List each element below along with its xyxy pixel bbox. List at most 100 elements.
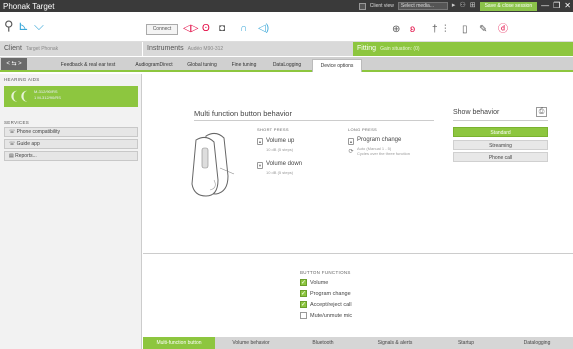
ear-icon[interactable]: ʘ (202, 21, 210, 37)
button-functions-title: BUTTON FUNCTIONS (300, 270, 351, 275)
volume-down-label: Volume down (266, 161, 303, 167)
tab-audiogram-direct[interactable]: AudiogramDirect (129, 59, 179, 72)
accept-reject-call-checkbox[interactable]: ✓ (300, 301, 307, 308)
tab-global-tuning[interactable]: Global tuning (181, 59, 223, 72)
feedback-test-icon[interactable]: ◁▷ (183, 21, 198, 37)
client-view-checkbox[interactable] (358, 2, 366, 10)
fitting-header[interactable]: Fitting Gain situation: (0) (353, 42, 573, 56)
nav-arrows[interactable]: < ⇆ > (1, 58, 27, 70)
btab-startup[interactable]: Startup (431, 337, 501, 349)
service-label: Reports... (15, 153, 37, 159)
tab-fine-tuning[interactable]: Fine tuning (225, 59, 263, 72)
mfb-title: Multi function button behavior (194, 109, 292, 118)
hearing-aid-illustration (191, 132, 235, 197)
hearing-aids-text-2: 1 M-312/90/RS (34, 95, 61, 100)
function-accept-reject-call[interactable]: ✓ Accept/reject call (300, 301, 352, 308)
play-icon[interactable]: ▸ (452, 1, 456, 11)
service-guide-app[interactable]: ☏ Guide app (4, 139, 138, 149)
function-label: Accept/reject call (310, 301, 352, 308)
section-separator (143, 253, 573, 254)
service-phone-compatibility[interactable]: ☏ Phone compatibility (4, 127, 138, 137)
minimize-icon[interactable]: — (541, 1, 549, 11)
function-label: Mute/unmute mic (310, 312, 353, 319)
tabs-row: < ⇆ > Feedback & real ear test Audiogram… (0, 57, 573, 72)
fitting-sub: Gain situation: (0) (380, 46, 420, 52)
tab-feedback-real-ear[interactable]: Feedback & real ear test (48, 59, 128, 72)
close-icon[interactable]: ✕ (564, 1, 571, 11)
guide-icon: ☏ (9, 141, 17, 147)
btab-volume-behavior[interactable]: Volume behavior (215, 337, 287, 349)
tools-icon[interactable]: ✎ (479, 22, 487, 38)
show-behavior-divider (453, 120, 548, 121)
client-name: Target Phonak (25, 46, 59, 52)
layout-icon[interactable]: ⊞ (470, 1, 476, 11)
tab-device-options[interactable]: Device options (312, 59, 362, 72)
behavior-phone-call[interactable]: Phone call (453, 152, 548, 162)
hearing-aids-card[interactable]: ❨❨ M-312/90/RS 1 M-312/90/RS (4, 86, 138, 107)
hearing-aids-title: HEARING AIDS (4, 77, 40, 82)
behavior-standard[interactable]: Standard (453, 127, 548, 137)
people-icon[interactable]: ⚇ (459, 1, 465, 11)
person-icon[interactable]: † (432, 22, 438, 38)
volume-up-icon: ▲ (257, 138, 263, 145)
cycle-icon: ⟳ (348, 149, 354, 155)
connect-button[interactable]: Connect (146, 24, 178, 35)
program-change-icon: ▲ (348, 138, 354, 145)
long-press-title: LONG PRESS (348, 127, 378, 132)
phone-icon: ☏ (9, 129, 17, 135)
volume-checkbox[interactable]: ✓ (300, 279, 307, 286)
service-reports[interactable]: ▤ Reports... (4, 151, 138, 161)
function-mute-unmute[interactable]: Mute/unmute mic (300, 312, 352, 319)
btab-datalogging[interactable]: Datalogging (501, 337, 573, 349)
function-program-change[interactable]: ✓ Program change (300, 290, 351, 297)
fitting-label: Fitting (357, 45, 377, 52)
left-panel: HEARING AIDS ❨❨ M-312/90/RS 1 M-312/90/R… (0, 74, 142, 349)
fitting-icon[interactable]: ʚ (410, 22, 415, 38)
client-view-label: Client view (369, 3, 394, 9)
program-change-sub-2: Cycles over the three function (357, 151, 410, 156)
function-label: Volume (310, 279, 329, 286)
client-icon[interactable]: ⚲ (4, 18, 14, 34)
title-bar: Phonak Target Client view Select media..… (0, 0, 573, 12)
instruments-label: Instruments (147, 45, 184, 52)
mfb-divider (194, 120, 434, 121)
service-label: Guide app (16, 141, 40, 147)
bars-icon[interactable]: ▯ (462, 22, 468, 38)
short-press-title: SHORT PRESS (257, 127, 289, 132)
btab-bluetooth[interactable]: Bluetooth (287, 337, 359, 349)
ear-plug-icon[interactable]: ⓓ (498, 22, 508, 38)
main-toolbar: ⚲ ⊾ ⌵ Connect ◁▷ ʘ ◘ ∩ ◁) ⊕ ʚ † ⫶ ▯ ✎ ⓓ (0, 12, 573, 42)
volume-up-sub: 10 dB (5 steps) (266, 147, 294, 152)
service-label: Phone compatibility (16, 129, 61, 135)
volume-up-label: Volume up (266, 138, 295, 144)
btab-signals-alerts[interactable]: Signals & alerts (359, 337, 431, 349)
program-change-checkbox[interactable]: ✓ (300, 290, 307, 297)
volume-down-sub: 10 dB (5 steps) (266, 170, 294, 175)
device-icon[interactable]: ◘ (219, 21, 225, 37)
select-media-dropdown[interactable]: Select media... (397, 2, 448, 10)
mute-unmute-checkbox[interactable] (300, 312, 307, 319)
volume-down-icon: ▼ (257, 162, 263, 169)
target-icon[interactable]: ⊕ (392, 22, 400, 38)
client-header[interactable]: Client Target Phonak (0, 42, 142, 56)
audiogram-icon[interactable]: ⊾ (18, 18, 29, 34)
hearing-aid-icon[interactable]: ∩ (240, 21, 247, 37)
function-volume[interactable]: ✓ Volume (300, 279, 328, 286)
instruments-header[interactable]: Instruments Audéo M90-312 (143, 42, 353, 56)
btab-multi-function-button[interactable]: Multi-function button (143, 337, 215, 349)
save-close-session-button[interactable]: Save & close session (479, 1, 538, 11)
sound-icon[interactable]: ◁) (258, 21, 269, 37)
instruments-model: Audéo M90-312 (187, 46, 224, 52)
tab-datalogging[interactable]: DataLogging (265, 59, 309, 72)
restore-icon[interactable]: ❐ (553, 1, 560, 11)
show-behavior-icon[interactable]: ⎙ (536, 107, 547, 117)
app-title: Phonak Target (3, 1, 55, 11)
hearing-loss-icon[interactable]: ⌵ (34, 18, 44, 34)
client-label: Client (4, 45, 22, 52)
function-label: Program change (310, 290, 351, 297)
behavior-streaming[interactable]: Streaming (453, 140, 548, 150)
hearing-aids-icon: ❨❨ (9, 89, 30, 103)
equalizer-icon[interactable]: ⫶ (444, 22, 447, 38)
titlebar-controls: Client view Select media... ▸ ⚇ ⊞ Save &… (358, 1, 571, 11)
program-change-label: Program change (357, 137, 402, 143)
